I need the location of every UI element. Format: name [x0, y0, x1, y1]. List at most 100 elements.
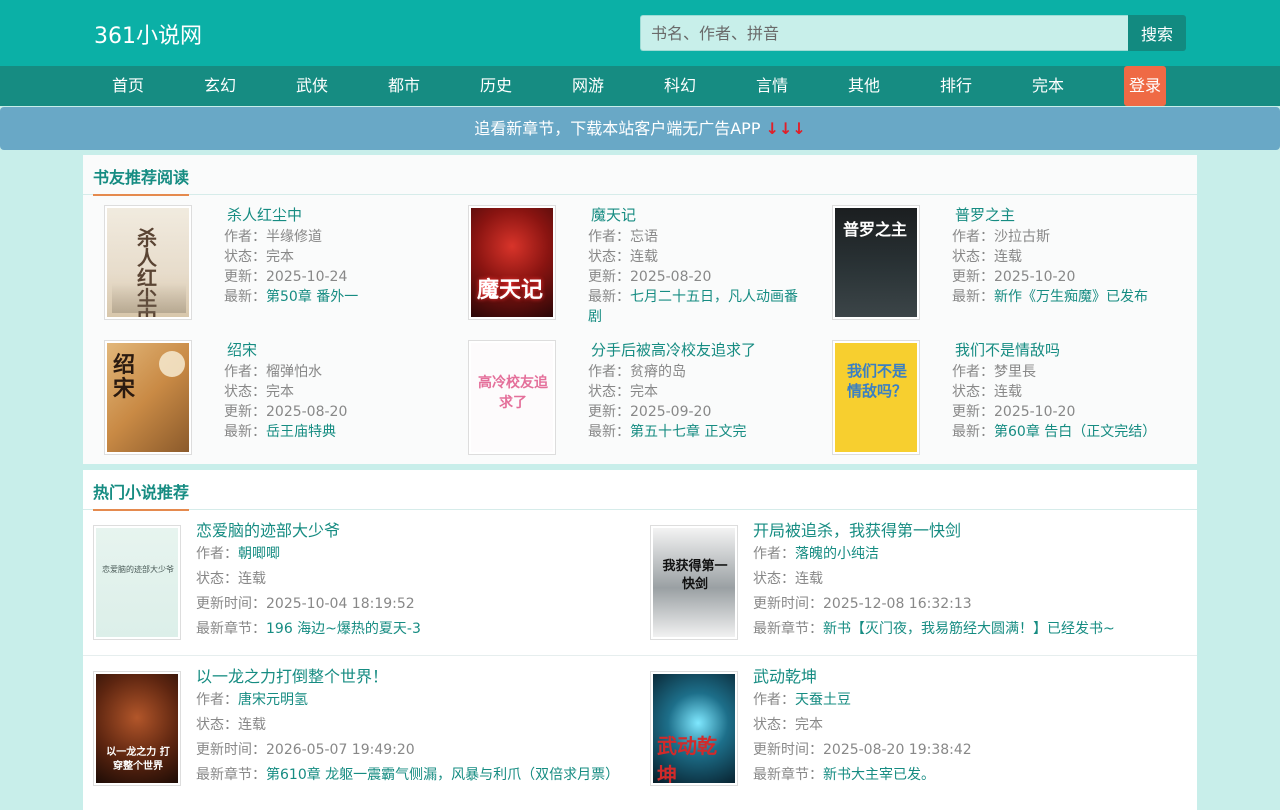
book-cover[interactable]: 高冷校友追求了	[468, 340, 556, 455]
book-title[interactable]: 魔天记	[588, 205, 807, 225]
book-title[interactable]: 绍宋	[224, 340, 347, 360]
nav-item-yanqing[interactable]: 言情	[726, 66, 818, 106]
cover-title-text: 我们不是情敌吗？	[846, 362, 907, 400]
book-info: 分手后被高冷校友追求了 作者：贫瘠的岛 状态：完本 更新：2025-09-20 …	[588, 340, 757, 440]
site-logo[interactable]: 361小说网	[94, 18, 202, 50]
list-item: 高冷校友追求了 分手后被高冷校友追求了 作者：贫瘠的岛 状态：完本 更新：202…	[447, 330, 807, 455]
nav-item-wuxia[interactable]: 武侠	[266, 66, 358, 106]
book-info: 普罗之主 作者：沙拉古斯 状态：连载 更新：2025-10-20 最新：新作《万…	[952, 205, 1148, 305]
book-title[interactable]: 开局被追杀，我获得第一快剑	[753, 520, 1115, 542]
book-info: 开局被追杀，我获得第一快剑 作者：落魄的小纯洁 状态：连载 更新时间：2025-…	[753, 520, 1115, 637]
book-updated: 2025-08-20	[630, 269, 712, 285]
cover-title-text: 魔天记	[477, 277, 544, 303]
book-title[interactable]: 我们不是情敌吗	[952, 340, 1156, 360]
book-info: 魔天记 作者：忘语 状态：连载 更新：2025-08-20 最新：七月二十五日，…	[588, 205, 807, 327]
book-latest-chapter[interactable]: 新作《万生痴魔》已发布	[994, 289, 1148, 305]
book-title[interactable]: 以一龙之力打倒整个世界！	[196, 666, 619, 688]
recommend-panel-header: 书友推荐阅读	[83, 155, 1197, 196]
book-latest-chapter[interactable]: 第50章 番外一	[266, 289, 358, 305]
book-latest-chapter[interactable]: 第610章 龙躯一震霸气侧漏，风暴与利爪（双倍求月票）	[266, 767, 619, 783]
hot-novels-panel: 热门小说推荐 恋爱脑的迹部大少爷 恋爱脑的迹部大少爷 作者：朝唧唧 状态：连载 …	[83, 470, 1197, 810]
cover-title-text: 以一龙之力 打穿整个世界	[106, 747, 170, 772]
book-cover[interactable]: 普罗之主	[832, 205, 920, 320]
login-button[interactable]: 登录	[1124, 66, 1166, 106]
book-title[interactable]: 武动乾坤	[753, 666, 972, 688]
nav-item-lishi[interactable]: 历史	[450, 66, 542, 106]
book-updated: 2025-10-20	[994, 404, 1076, 420]
book-status: 完本	[630, 384, 658, 400]
book-updated: 2025-12-08 16:32:13	[823, 596, 972, 612]
book-latest-chapter[interactable]: 第60章 告白（正文完结）	[994, 424, 1156, 440]
search-button[interactable]: 搜索	[1128, 15, 1186, 51]
list-item: 恋爱脑的迹部大少爷 恋爱脑的迹部大少爷 作者：朝唧唧 状态：连载 更新时间：20…	[83, 510, 640, 655]
cover-title-text: 绍宋	[113, 352, 136, 402]
search-bar: 搜索	[640, 15, 1186, 51]
book-updated: 2025-10-04 18:19:52	[266, 596, 415, 612]
nav-item-qita[interactable]: 其他	[818, 66, 910, 106]
book-status: 连载	[795, 571, 823, 587]
book-status: 连载	[994, 384, 1022, 400]
book-cover[interactable]: 武动乾坤	[650, 671, 738, 786]
list-item: 以一龙之力 打穿整个世界 以一龙之力打倒整个世界！ 作者：唐宋元明氢 状态：连载…	[83, 656, 640, 801]
banner-text: 追看新章节，下载本站客户端无广告APP	[474, 119, 766, 138]
book-cover[interactable]: 我获得第一快剑	[650, 525, 738, 640]
book-author: 沙拉古斯	[994, 229, 1050, 245]
book-status: 完本	[266, 249, 294, 265]
nav-item-kehuan[interactable]: 科幻	[634, 66, 726, 106]
book-title[interactable]: 杀人红尘中	[224, 205, 358, 225]
book-cover[interactable]: 恋爱脑的迹部大少爷	[93, 525, 181, 640]
book-cover[interactable]: 以一龙之力 打穿整个世界	[93, 671, 181, 786]
recommend-panel: 书友推荐阅读 杀人红尘中 杀人红尘中 作者：半缘修道 状态：完本 更新：2025…	[83, 155, 1197, 464]
book-latest-chapter[interactable]: 新书大主宰已发。	[823, 767, 935, 783]
list-item: 魔天记 魔天记 作者：忘语 状态：连载 更新：2025-08-20 最新：七月二…	[447, 195, 807, 325]
list-item: 我们不是情敌吗？ 我们不是情敌吗 作者：梦里長 状态：连载 更新：2025-10…	[811, 330, 1171, 455]
book-latest-chapter[interactable]: 岳王庙特典	[266, 424, 336, 440]
list-item: 普罗之主 普罗之主 作者：沙拉古斯 状态：连载 更新：2025-10-20 最新…	[811, 195, 1171, 320]
book-cover[interactable]: 杀人红尘中	[104, 205, 192, 320]
book-author: 半缘修道	[266, 229, 322, 245]
book-info: 杀人红尘中 作者：半缘修道 状态：完本 更新：2025-10-24 最新：第50…	[224, 205, 359, 305]
nav-item-xuanhuan[interactable]: 玄幻	[174, 66, 266, 106]
book-info: 我们不是情敌吗 作者：梦里長 状态：连载 更新：2025-10-20 最新：第6…	[952, 340, 1157, 440]
book-latest-chapter[interactable]: 新书【灭门夜，我易筋经大圆满！】已经发书~	[823, 621, 1115, 637]
book-status: 连载	[994, 249, 1022, 265]
book-author: 忘语	[630, 229, 658, 245]
book-title[interactable]: 分手后被高冷校友追求了	[588, 340, 756, 360]
list-item: 杀人红尘中 杀人红尘中 作者：半缘修道 状态：完本 更新：2025-10-24 …	[83, 195, 443, 320]
nav-item-paihang[interactable]: 排行	[910, 66, 1002, 106]
down-arrows-icon: ↓↓↓	[765, 119, 806, 138]
book-status: 完本	[795, 717, 823, 733]
book-cover[interactable]: 魔天记	[468, 205, 556, 320]
nav-item-wanben[interactable]: 完本	[1002, 66, 1094, 106]
app-download-banner[interactable]: 追看新章节，下载本站客户端无广告APP ↓↓↓	[0, 107, 1280, 150]
cover-title-text: 武动乾坤	[657, 734, 717, 783]
list-item: 绍宋 绍宋 作者：榴弹怕水 状态：完本 更新：2025-08-20 最新：岳王庙…	[83, 330, 443, 455]
recommend-panel-title: 书友推荐阅读	[93, 164, 190, 196]
book-status: 连载	[238, 717, 266, 733]
book-author[interactable]: 朝唧唧	[238, 546, 280, 562]
book-info: 武动乾坤 作者：天蚕土豆 状态：完本 更新时间：2025-08-20 19:38…	[753, 666, 972, 783]
book-author[interactable]: 落魄的小纯洁	[795, 546, 879, 562]
nav-item-wangyou[interactable]: 网游	[542, 66, 634, 106]
book-title[interactable]: 恋爱脑的迹部大少爷	[196, 520, 421, 542]
book-status: 完本	[266, 384, 294, 400]
search-input[interactable]	[640, 15, 1128, 51]
book-cover[interactable]: 绍宋	[104, 340, 192, 455]
book-info: 绍宋 作者：榴弹怕水 状态：完本 更新：2025-08-20 最新：岳王庙特典	[224, 340, 348, 440]
nav-item-home[interactable]: 首页	[82, 66, 174, 106]
book-author[interactable]: 天蚕土豆	[795, 692, 851, 708]
book-updated: 2025-10-20	[994, 269, 1076, 285]
nav-item-dushi[interactable]: 都市	[358, 66, 450, 106]
hot-panel-header: 热门小说推荐	[83, 470, 1197, 511]
book-info: 恋爱脑的迹部大少爷 作者：朝唧唧 状态：连载 更新时间：2025-10-04 1…	[196, 520, 421, 637]
book-latest-chapter[interactable]: 196 海边~爆热的夏天-3	[266, 621, 421, 637]
book-updated: 2026-05-07 19:49:20	[266, 742, 415, 758]
book-latest-chapter[interactable]: 第五十七章 正文完	[630, 424, 746, 440]
book-author[interactable]: 唐宋元明氢	[238, 692, 308, 708]
hot-panel-title: 热门小说推荐	[93, 479, 190, 511]
cover-title-text: 恋爱脑的迹部大少爷	[102, 565, 174, 574]
book-updated: 2025-08-20	[266, 404, 348, 420]
book-title[interactable]: 普罗之主	[952, 205, 1148, 225]
book-cover[interactable]: 我们不是情敌吗？	[832, 340, 920, 455]
cover-title-text: 我获得第一快剑	[662, 559, 728, 592]
